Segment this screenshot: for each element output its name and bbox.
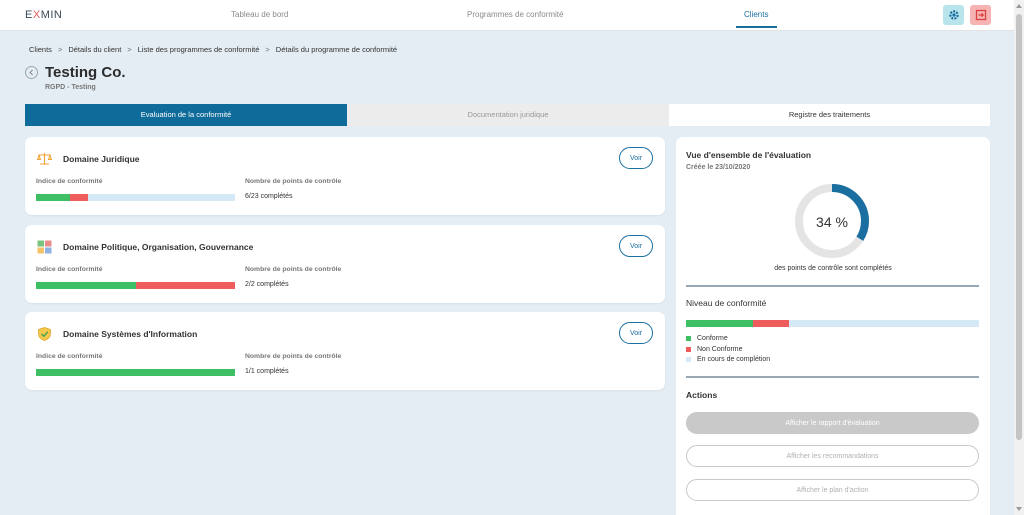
completion-caption: des points de contrôle sont complétés (774, 265, 892, 272)
completion-percent: 34 % (816, 214, 848, 230)
niveau-conformity-bar (686, 320, 979, 327)
points-label: Nombre de points de contrôle (245, 178, 342, 185)
actions-title: Actions (686, 390, 718, 400)
domain-title: Domaine Juridique (63, 154, 140, 164)
tab-evaluation-conformite[interactable]: Evaluation de la conformité (25, 104, 347, 126)
page-title: Testing Co. (45, 64, 126, 81)
balance-scale-icon (37, 153, 52, 165)
conformity-bar (36, 194, 235, 201)
nav-programmes-de-conformite[interactable]: Programmes de conformité (467, 10, 563, 19)
tab-bar: Evaluation de la conformité Documentatio… (25, 104, 990, 126)
section-divider (686, 376, 979, 378)
nav-clients[interactable]: Clients (744, 10, 768, 19)
non-conforme-segment (753, 320, 789, 327)
tab-registre-traitements[interactable]: Registre des traitements (669, 104, 990, 126)
legend-swatch-en-cours (686, 356, 691, 362)
top-navigation-bar: EXMIN Tableau de bord Programmes de conf… (0, 0, 1014, 31)
legend-conforme: Conforme (686, 335, 728, 342)
chevron-left-icon (29, 69, 33, 76)
breadcrumb-clients[interactable]: Clients (29, 45, 52, 54)
points-count: 2/2 complétés (245, 281, 289, 288)
domain-card-juridique: Domaine Juridique Voir Indice de conform… (25, 137, 665, 215)
active-nav-indicator (736, 26, 777, 28)
breadcrumb: Clients > Détails du client > Liste des prog… (29, 45, 398, 54)
breadcrumb-liste-programmes[interactable]: Liste des programmes de conformité (138, 45, 260, 54)
settings-button[interactable] (943, 5, 964, 25)
points-count: 1/1 complétés (245, 368, 289, 375)
breadcrumb-details-client[interactable]: Détails du client (68, 45, 121, 54)
points-label: Nombre de points de contrôle (245, 266, 342, 273)
domain-card-systemes-information: Domaine Systèmes d'Information Voir Indi… (25, 312, 665, 390)
recommandations-button[interactable]: Afficher les recommandations (686, 445, 979, 467)
indice-label: Indice de conformité (36, 266, 103, 273)
legend-en-cours: En cours de complétion (686, 356, 770, 363)
back-button[interactable] (25, 66, 38, 79)
legend-swatch-non-conforme (686, 346, 691, 352)
tab-documentation-juridique[interactable]: Documentation juridique (347, 104, 669, 126)
conforme-segment (686, 320, 754, 327)
domain-card-politique: Domaine Politique, Organisation, Gouvern… (25, 225, 665, 303)
conformity-bar (36, 282, 235, 289)
overview-date: Créée le 23/10/2020 (686, 164, 751, 171)
legend-swatch-conforme (686, 335, 691, 341)
puzzle-icon (37, 240, 52, 254)
conforme-segment (36, 369, 235, 376)
overview-panel: Vue d'ensemble de l'évaluation Créée le … (676, 137, 990, 515)
points-label: Nombre de points de contrôle (245, 353, 342, 360)
shield-check-icon (38, 327, 51, 341)
section-divider (686, 285, 979, 287)
gear-icon (948, 10, 959, 20)
voir-button[interactable]: Voir (619, 235, 653, 257)
nav-tableau-de-bord[interactable]: Tableau de bord (231, 10, 288, 19)
conformity-bar (36, 369, 235, 376)
domain-title: Domaine Systèmes d'Information (63, 329, 198, 339)
scroll-thumb[interactable] (1016, 14, 1022, 440)
indice-label: Indice de conformité (36, 178, 103, 185)
examin-logo[interactable]: EXMIN (25, 9, 62, 21)
plan-action-button[interactable]: Afficher le plan d'action (686, 479, 979, 501)
page-subtitle: RGPD - Testing (45, 84, 96, 91)
scroll-up-icon[interactable] (1016, 4, 1022, 8)
indice-label: Indice de conformité (36, 353, 103, 360)
scroll-down-icon[interactable] (1016, 507, 1022, 511)
points-count: 6/23 complétés (245, 193, 293, 200)
niveau-title: Niveau de conformité (686, 298, 767, 308)
voir-button[interactable]: Voir (619, 147, 653, 169)
non-conforme-segment (69, 194, 88, 201)
page-scrollbar[interactable] (1014, 0, 1024, 515)
legend-non-conforme: Non Conforme (686, 346, 743, 353)
overview-title: Vue d'ensemble de l'évaluation (686, 150, 812, 160)
voir-button[interactable]: Voir (619, 322, 653, 344)
conforme-segment (36, 282, 136, 289)
domain-title: Domaine Politique, Organisation, Gouvern… (63, 242, 254, 252)
conforme-segment (36, 194, 70, 201)
breadcrumb-details-programme: Détails du programme de conformité (275, 45, 398, 54)
logout-button[interactable] (970, 5, 991, 25)
logout-icon (975, 9, 986, 21)
non-conforme-segment (135, 282, 235, 289)
rapport-evaluation-button[interactable]: Afficher le rapport d'évaluation (686, 412, 979, 434)
